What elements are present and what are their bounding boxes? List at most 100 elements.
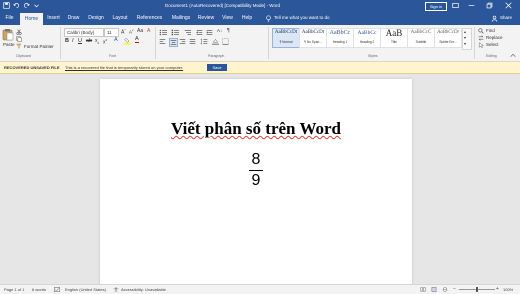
underline-icon[interactable]: U (78, 38, 82, 44)
zoom-slider-thumb[interactable] (476, 287, 478, 292)
strikethrough-icon[interactable]: ab (86, 38, 92, 44)
tab-home[interactable]: Home (20, 13, 43, 25)
ribbon-divider (474, 27, 475, 59)
superscript-icon[interactable]: x2 (103, 38, 107, 46)
restore-icon[interactable] (486, 2, 493, 9)
collapse-ribbon-icon[interactable] (510, 53, 516, 58)
style-heading-1[interactable]: AaBbCc Heading 1 (326, 28, 354, 48)
style-name: Subtle Em... (439, 40, 457, 44)
find-button[interactable]: Find (486, 28, 495, 33)
style-subtitle[interactable]: AaBbCcC Subtitle (407, 28, 435, 48)
style-preview: AaBbCcDt (274, 30, 298, 35)
align-left-icon[interactable] (159, 38, 166, 45)
subscript-icon[interactable]: x2 (95, 38, 99, 45)
show-formatting-icon[interactable]: ¶ (227, 28, 230, 34)
find-icon[interactable] (478, 28, 484, 34)
minimize-icon[interactable] (468, 2, 475, 9)
replace-icon[interactable] (478, 35, 484, 41)
italic-icon[interactable]: I (72, 38, 74, 44)
tab-design[interactable]: Design (86, 14, 106, 23)
share-icon (491, 15, 498, 22)
replace-button[interactable]: Replace (486, 35, 503, 40)
align-center-icon[interactable] (169, 38, 178, 47)
justify-icon[interactable] (189, 38, 196, 45)
tab-view[interactable]: View (220, 14, 235, 23)
close-icon[interactable] (505, 2, 512, 9)
cut-icon[interactable] (16, 29, 22, 35)
paste-button[interactable] (2, 28, 14, 42)
zoom-out-button[interactable]: − (453, 286, 456, 292)
increase-indent-icon[interactable] (206, 29, 213, 36)
styles-group-label: Styles (368, 54, 378, 58)
style-normal[interactable]: AaBbCcDt ¶ Normal (272, 28, 300, 48)
proofing-icon[interactable] (54, 287, 60, 292)
word-count[interactable]: 6 words (32, 287, 46, 292)
decrease-indent-icon[interactable] (196, 29, 203, 36)
accessibility-status[interactable]: Accessibility: Unavailable (121, 287, 166, 292)
fraction-numerator: 8 (251, 151, 261, 168)
tab-help[interactable]: Help (240, 14, 254, 23)
bullets-icon[interactable] (159, 29, 168, 36)
font-name-dropdown[interactable]: Calibri (Body) (64, 28, 104, 37)
select-button[interactable]: Select (486, 42, 499, 47)
shrink-font-icon[interactable]: Av (129, 28, 134, 35)
document-page[interactable]: Viết phân số trên Word 8 9 (100, 79, 412, 284)
grow-font-icon[interactable]: A^ (121, 28, 126, 36)
clear-formatting-icon[interactable]: A (147, 28, 150, 34)
copy-icon[interactable] (16, 36, 22, 42)
customize-quick-access-icon[interactable] (33, 2, 40, 9)
shading-icon[interactable] (212, 38, 219, 45)
tab-review[interactable]: Review (196, 14, 216, 23)
tab-insert[interactable]: Insert (45, 14, 62, 23)
language[interactable]: English (United States) (65, 287, 106, 292)
text-effects-icon[interactable]: A (114, 37, 118, 43)
style-name: Heading 1 (332, 40, 348, 44)
select-icon[interactable] (478, 42, 484, 48)
change-case-icon[interactable]: Aa (137, 28, 143, 34)
accessibility-icon[interactable] (113, 287, 119, 292)
font-color-icon[interactable]: A (135, 36, 139, 43)
style-preview: AaBbCcC (410, 30, 432, 35)
print-layout-icon[interactable] (431, 287, 437, 292)
info-bar-save-button[interactable]: Save (207, 64, 227, 71)
format-painter-icon[interactable] (16, 43, 22, 49)
style-subtle-emphasis[interactable]: AaBbCcDt Subtle Em... (434, 28, 462, 48)
tab-mailings[interactable]: Mailings (169, 14, 193, 23)
more-styles-icon: ▾ (464, 41, 467, 46)
save-icon[interactable] (3, 2, 10, 9)
borders-icon[interactable] (222, 38, 229, 45)
share-button[interactable]: Share (500, 15, 512, 20)
ribbon-display-options-icon[interactable] (452, 2, 459, 9)
numbering-icon[interactable] (171, 29, 180, 36)
zoom-in-button[interactable]: + (496, 286, 499, 292)
ribbon-divider (268, 27, 269, 59)
style-heading-2[interactable]: AaBbCc Heading 2 (353, 28, 381, 48)
sign-in-button[interactable]: Sign in (425, 2, 447, 11)
info-bar-label: RECOVERED UNSAVED FILE (4, 65, 60, 70)
fraction-denominator: 9 (251, 172, 261, 189)
redo-icon[interactable] (23, 2, 30, 9)
styles-scroll[interactable]: ▴ ▾ ▾ (462, 28, 472, 50)
style-preview: AaBbCcDt (301, 30, 325, 35)
tab-file[interactable]: File (2, 14, 17, 23)
style-preview: AaB (385, 28, 403, 38)
align-right-icon[interactable] (179, 38, 186, 45)
style-no-spacing[interactable]: AaBbCcDt ¶ No Spac... (299, 28, 327, 48)
tell-me-search[interactable]: Tell me what you want to do (274, 15, 330, 20)
undo-icon[interactable] (13, 2, 20, 9)
web-layout-icon[interactable] (442, 287, 448, 292)
font-size-dropdown[interactable]: 11 (104, 28, 119, 37)
zoom-level[interactable]: 100% (503, 287, 513, 292)
tab-references[interactable]: References (134, 14, 165, 23)
line-spacing-icon[interactable] (200, 38, 208, 45)
read-mode-icon[interactable] (420, 287, 426, 292)
multilevel-list-icon[interactable] (183, 29, 192, 36)
highlight-icon[interactable] (124, 37, 131, 45)
bold-icon[interactable]: B (65, 38, 69, 44)
sort-icon[interactable]: A↓ (217, 28, 222, 33)
lightbulb-icon (265, 15, 272, 22)
style-title[interactable]: AaB Title (380, 28, 408, 48)
tab-layout[interactable]: Layout (110, 14, 130, 23)
page-count[interactable]: Page 1 of 1 (4, 287, 24, 292)
tab-draw[interactable]: Draw (66, 14, 81, 23)
